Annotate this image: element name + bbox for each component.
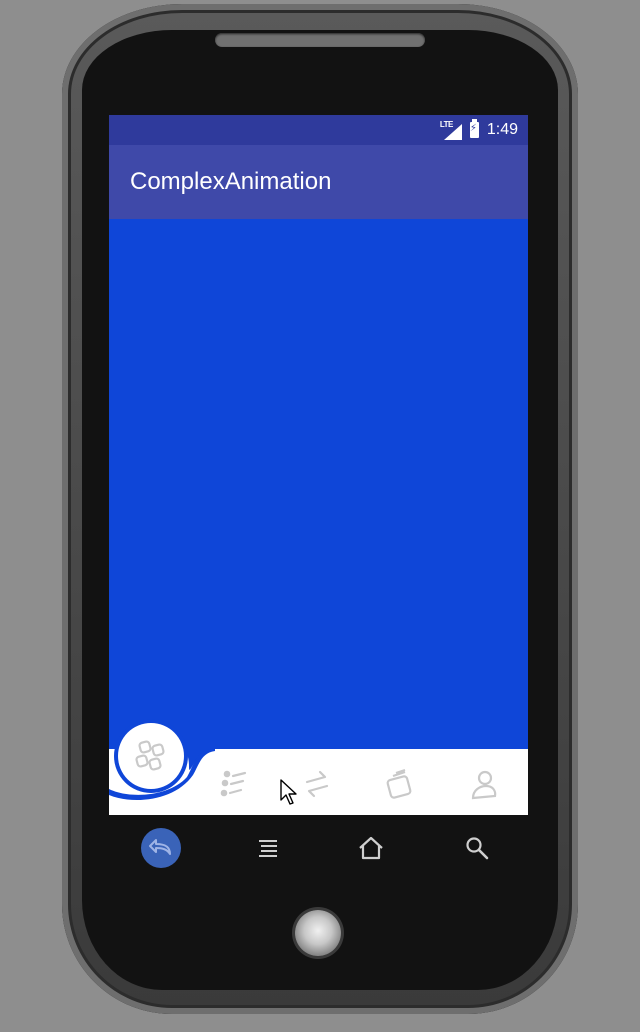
system-navigation-bar: [109, 820, 528, 876]
app-title: ComplexAnimation: [130, 168, 332, 195]
bottom-nav-item-profile[interactable]: [466, 767, 502, 803]
list-icon: [220, 770, 247, 797]
status-icons: LTE 1:49: [440, 119, 518, 141]
main-content: [109, 219, 528, 749]
bottom-nav-item-grid[interactable]: [118, 723, 184, 789]
menu-icon: [259, 840, 277, 857]
status-clock: 1:49: [486, 121, 518, 138]
signal-icon: LTE: [440, 120, 462, 140]
grid-icon: [135, 740, 165, 771]
app-toolbar: ComplexAnimation: [109, 145, 528, 219]
system-back-button[interactable]: [141, 828, 181, 868]
system-home-button[interactable]: [351, 828, 391, 868]
status-bar: LTE 1:49: [109, 115, 528, 145]
wallet-icon: [386, 768, 412, 799]
bottom-nav-item-swap[interactable]: [299, 767, 335, 803]
swap-icon: [305, 770, 329, 798]
mouse-cursor-icon: [280, 779, 297, 805]
bottom-nav-item-list[interactable]: [217, 767, 253, 803]
home-icon: [359, 836, 383, 860]
bottom-nav-item-wallet[interactable]: [382, 767, 418, 803]
system-menu-button[interactable]: [248, 828, 288, 868]
system-search-button[interactable]: [457, 828, 497, 868]
earpiece-speaker: [215, 33, 425, 47]
signal-strength-icon: [443, 124, 462, 140]
battery-charging-icon: [469, 119, 479, 138]
hardware-trackball[interactable]: [295, 910, 341, 956]
back-icon: [149, 839, 171, 855]
person-icon: [471, 770, 497, 800]
device-screen: LTE 1:49 ComplexAnimation: [109, 115, 528, 815]
search-icon: [466, 837, 489, 860]
